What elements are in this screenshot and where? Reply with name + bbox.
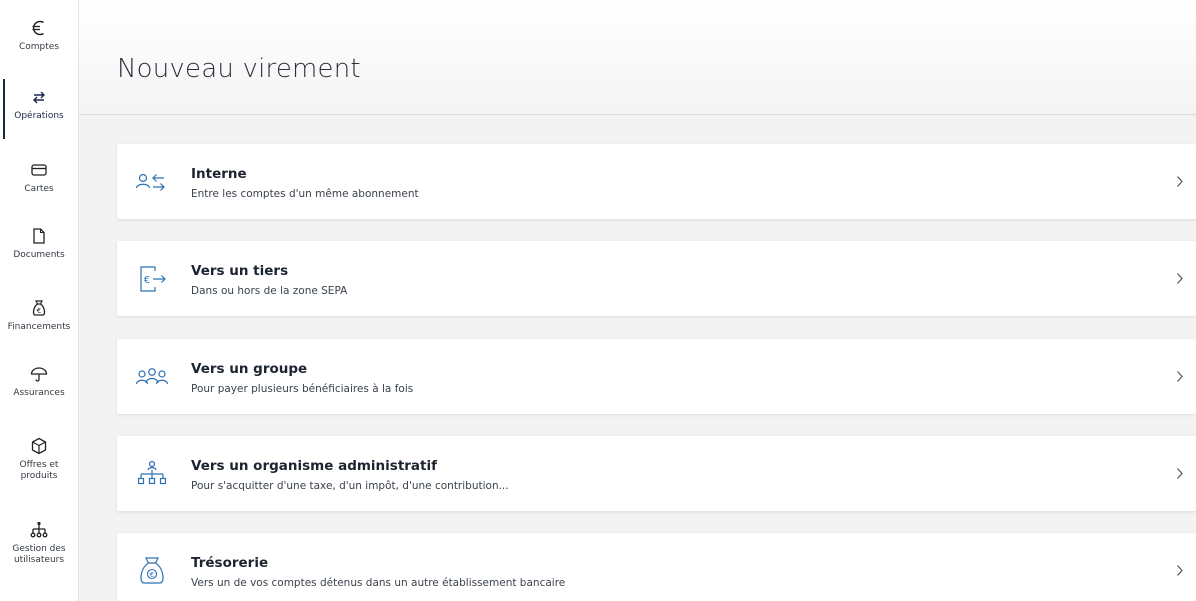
- chevron-right-icon: [1177, 176, 1183, 187]
- treasury-bag-icon: €: [140, 557, 164, 584]
- euro-icon: [32, 20, 44, 36]
- svg-text:€: €: [150, 571, 154, 579]
- sidebar-item-cartes[interactable]: Cartes: [0, 160, 78, 195]
- option-title: Vers un organisme administratif: [191, 458, 437, 474]
- umbrella-icon: [30, 367, 48, 382]
- option-title: Vers un groupe: [191, 361, 308, 377]
- option-title: Trésorerie: [191, 555, 269, 571]
- organization-icon: [137, 460, 167, 485]
- svg-text:€: €: [37, 307, 41, 315]
- option-subtitle: Entre les comptes d'un même abonnement: [191, 188, 419, 200]
- option-tresorerie[interactable]: € Trésorerie Vers un de vos comptes déte…: [117, 533, 1196, 601]
- sidebar-item-label: Documents: [13, 250, 65, 260]
- document-icon: [33, 228, 45, 244]
- third-party-transfer-icon: €: [140, 266, 166, 292]
- chevron-right-icon: [1177, 565, 1183, 576]
- option-subtitle: Pour payer plusieurs bénéficiaires à la …: [191, 383, 414, 395]
- option-vers-un-tiers[interactable]: € Vers un tiers Dans ou hors de la zone …: [117, 241, 1196, 316]
- sidebar-item-assurances[interactable]: Assurances: [0, 364, 78, 399]
- card-icon: [31, 164, 47, 176]
- org-chart-icon: [30, 521, 48, 538]
- sidebar-item-label: Financements: [7, 322, 71, 332]
- sidebar-item-offres[interactable]: Offres et produits: [0, 436, 78, 482]
- transfer-arrows-icon: [33, 91, 45, 104]
- sidebar-item-comptes[interactable]: Comptes: [0, 18, 78, 53]
- chevron-right-icon: [1177, 371, 1183, 382]
- sidebar-item-operations[interactable]: Opérations: [0, 79, 78, 139]
- money-bag-icon: €: [32, 300, 46, 316]
- sidebar-item-documents[interactable]: Documents: [0, 226, 78, 261]
- chevron-right-icon: [1177, 273, 1183, 284]
- option-organisme-administratif[interactable]: Vers un organisme administratif Pour s'a…: [117, 436, 1196, 511]
- sidebar-item-utilisateurs[interactable]: Gestion des utilisateurs: [0, 520, 78, 566]
- page-title: Nouveau virement: [117, 54, 361, 84]
- svg-text:€: €: [144, 275, 150, 286]
- internal-transfer-icon: [135, 173, 165, 191]
- sidebar-item-label: Opérations: [14, 111, 64, 121]
- sidebar-item-label: Cartes: [24, 184, 54, 194]
- sidebar-item-label: Gestion des utilisateurs: [12, 544, 66, 565]
- chevron-right-icon: [1177, 468, 1183, 479]
- option-subtitle: Vers un de vos comptes détenus dans un a…: [191, 577, 566, 589]
- page-header: Nouveau virement: [79, 0, 1196, 115]
- option-title: Interne: [191, 166, 247, 182]
- box-icon: [31, 437, 47, 455]
- group-icon: [135, 368, 169, 385]
- option-interne[interactable]: Interne Entre les comptes d'un même abon…: [117, 144, 1196, 219]
- sidebar-item-financements[interactable]: € Financements: [0, 298, 78, 333]
- sidebar-item-label: Assurances: [13, 388, 65, 398]
- option-title: Vers un tiers: [191, 263, 289, 279]
- option-subtitle: Pour s'acquitter d'une taxe, d'un impôt,…: [191, 480, 509, 492]
- option-subtitle: Dans ou hors de la zone SEPA: [191, 285, 348, 297]
- sidebar-item-label: Offres et produits: [19, 460, 59, 481]
- sidebar: Comptes Opérations Cartes Documents € Fi…: [0, 0, 79, 601]
- sidebar-item-label: Comptes: [18, 42, 60, 52]
- option-vers-un-groupe[interactable]: Vers un groupe Pour payer plusieurs béné…: [117, 339, 1196, 414]
